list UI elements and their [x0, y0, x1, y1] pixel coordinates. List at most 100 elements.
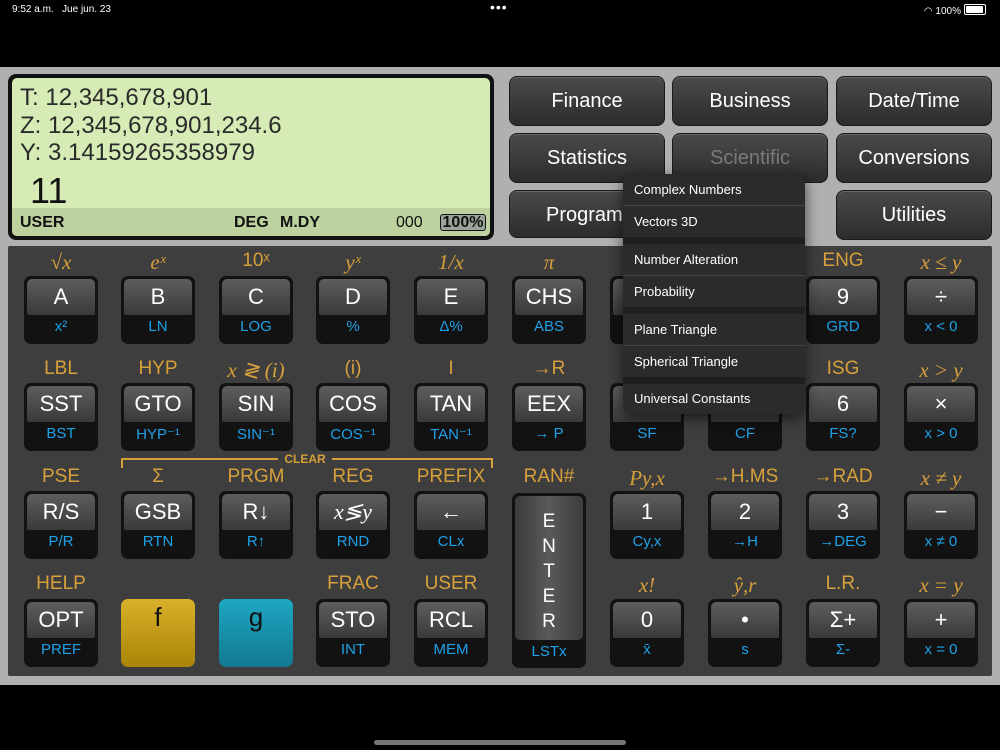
- key-row1-10[interactable]: ÷ x < 0: [904, 276, 978, 344]
- f-function-label: eˣ: [150, 250, 166, 274]
- f-function-label: (i): [344, 358, 362, 379]
- key-label: D: [319, 279, 387, 315]
- menu-item-number-alteration[interactable]: Number Alteration: [623, 244, 805, 275]
- f-function-label: →R: [532, 358, 566, 379]
- key-row3-8[interactable]: 2 →H: [708, 491, 782, 559]
- key-row2-6[interactable]: EEX → P: [512, 383, 586, 451]
- key-row2-4[interactable]: COS COS⁻¹: [316, 383, 390, 451]
- stack-x: 11: [30, 170, 68, 211]
- key-label: 2: [711, 494, 779, 530]
- key-row4-3[interactable]: g: [219, 599, 293, 667]
- key-label: A: [27, 279, 95, 315]
- key-row3-9[interactable]: 3 →DEG: [806, 491, 880, 559]
- finance-button[interactable]: Finance: [509, 76, 665, 126]
- key-row2-5[interactable]: TAN TAN⁻¹: [414, 383, 488, 451]
- key-row4-9[interactable]: Σ+ Σ-: [806, 599, 880, 667]
- f-function-label: Py,x: [629, 466, 665, 490]
- key-row4-2[interactable]: f: [121, 599, 195, 667]
- key-row1-6[interactable]: CHS ABS: [512, 276, 586, 344]
- g-function-label: R↑: [246, 533, 266, 550]
- key-label: ←: [417, 494, 485, 530]
- key-row4-7[interactable]: 0 x̄: [610, 599, 684, 667]
- key-label: 9: [809, 279, 877, 315]
- key-label: GTO: [124, 386, 192, 422]
- g-function-label: s: [741, 641, 749, 658]
- key-row2-9[interactable]: 6 FS?: [806, 383, 880, 451]
- menu-item-spherical-triangle[interactable]: Spherical Triangle: [623, 346, 805, 377]
- scientific-submenu: Complex Numbers Vectors 3D Number Altera…: [623, 174, 805, 414]
- key-row2-10[interactable]: × x > 0: [904, 383, 978, 451]
- key-label: 0: [613, 602, 681, 638]
- f-function-label: ENG: [822, 250, 864, 271]
- battery-indicator: 100%: [440, 214, 486, 231]
- status-bar: 9:52 a.m. Jue jun. 23 ••• ◠ 100%: [0, 0, 1000, 20]
- g-function-label: x < 0: [924, 318, 958, 335]
- key-label: GSB: [124, 494, 192, 530]
- status-time: 9:52 a.m. Jue jun. 23: [12, 4, 111, 15]
- key-row1-2[interactable]: B LN: [121, 276, 195, 344]
- f-function-label: x > y: [919, 358, 963, 382]
- key-row1-9[interactable]: 9 GRD: [806, 276, 880, 344]
- datetime-button[interactable]: Date/Time: [836, 76, 992, 126]
- key-label: CHS: [515, 279, 583, 315]
- key-row3-3[interactable]: R↓ R↑: [219, 491, 293, 559]
- f-function-label: I: [448, 358, 454, 379]
- key-row3-1[interactable]: R/S P/R: [24, 491, 98, 559]
- key-row1-3[interactable]: C LOG: [219, 276, 293, 344]
- f-function-label: L.R.: [825, 573, 861, 594]
- menu-item-plane-triangle[interactable]: Plane Triangle: [623, 314, 805, 345]
- key-row3-10[interactable]: − x ≠ 0: [904, 491, 978, 559]
- key-row3-2[interactable]: GSB RTN: [121, 491, 195, 559]
- user-indicator: USER: [20, 214, 65, 231]
- key-row4-5[interactable]: RCL MEM: [414, 599, 488, 667]
- g-function-label: x ≠ 0: [924, 533, 958, 550]
- key-row3-4[interactable]: x≶y RND: [316, 491, 390, 559]
- key-label: f: [154, 602, 162, 632]
- key-row2-2[interactable]: GTO HYP⁻¹: [121, 383, 195, 451]
- f-function-label: FRAC: [327, 573, 379, 594]
- conversions-button[interactable]: Conversions: [836, 133, 992, 183]
- g-function-label: LN: [148, 318, 168, 335]
- key-row4-10[interactable]: + x = 0: [904, 599, 978, 667]
- key-row1-4[interactable]: D%: [316, 276, 390, 344]
- business-button[interactable]: Business: [672, 76, 828, 126]
- menu-item-universal-constants[interactable]: Universal Constants: [623, 383, 805, 414]
- key-row3-5[interactable]: ← CLx: [414, 491, 488, 559]
- home-indicator[interactable]: [374, 740, 626, 745]
- menu-item-vectors-3d[interactable]: Vectors 3D: [623, 206, 805, 237]
- key-row2-1[interactable]: SST BST: [24, 383, 98, 451]
- g-function-label: GRD: [826, 318, 860, 335]
- stack-t: T: 12,345,678,901: [20, 84, 213, 111]
- g-function-label: →H: [732, 533, 758, 550]
- key-label: OPT: [27, 602, 95, 638]
- key-label: TAN: [417, 386, 485, 422]
- f-function-label: USER: [424, 573, 478, 594]
- f-function-label: REG: [332, 466, 374, 487]
- menu-item-complex-numbers[interactable]: Complex Numbers: [623, 174, 805, 205]
- g-function-label: TAN⁻¹: [430, 426, 472, 443]
- key-row4-1[interactable]: OPT PREF: [24, 599, 98, 667]
- angle-indicator: DEG: [234, 214, 269, 231]
- key-label: E: [417, 279, 485, 315]
- key-label: R↓: [222, 494, 290, 530]
- date-format-indicator: M.DY: [280, 214, 320, 231]
- g-function-label: x̄: [643, 641, 651, 658]
- enter-key[interactable]: ENTER LSTx: [512, 493, 586, 668]
- key-row2-3[interactable]: SIN SIN⁻¹: [219, 383, 293, 451]
- key-label: COS: [319, 386, 387, 422]
- g-function-label: CF: [735, 425, 755, 442]
- f-function-label: x ≷ (i): [227, 358, 285, 382]
- key-row1-1[interactable]: Ax²: [24, 276, 98, 344]
- key-row3-7[interactable]: 1 Cy,x: [610, 491, 684, 559]
- f-function-label: ŷ,r: [733, 573, 757, 597]
- g-function-label: PREF: [40, 641, 81, 658]
- menu-item-probability[interactable]: Probability: [623, 276, 805, 307]
- key-label: −: [907, 494, 975, 530]
- key-row4-4[interactable]: STO INT: [316, 599, 390, 667]
- utilities-button[interactable]: Utilities: [836, 190, 992, 240]
- multitasking-dots-icon[interactable]: •••: [490, 0, 508, 15]
- key-row4-8[interactable]: • s: [708, 599, 782, 667]
- g-function-label: →DEG: [819, 533, 867, 550]
- key-label: STO: [319, 602, 387, 638]
- key-row1-5[interactable]: E Δ%: [414, 276, 488, 344]
